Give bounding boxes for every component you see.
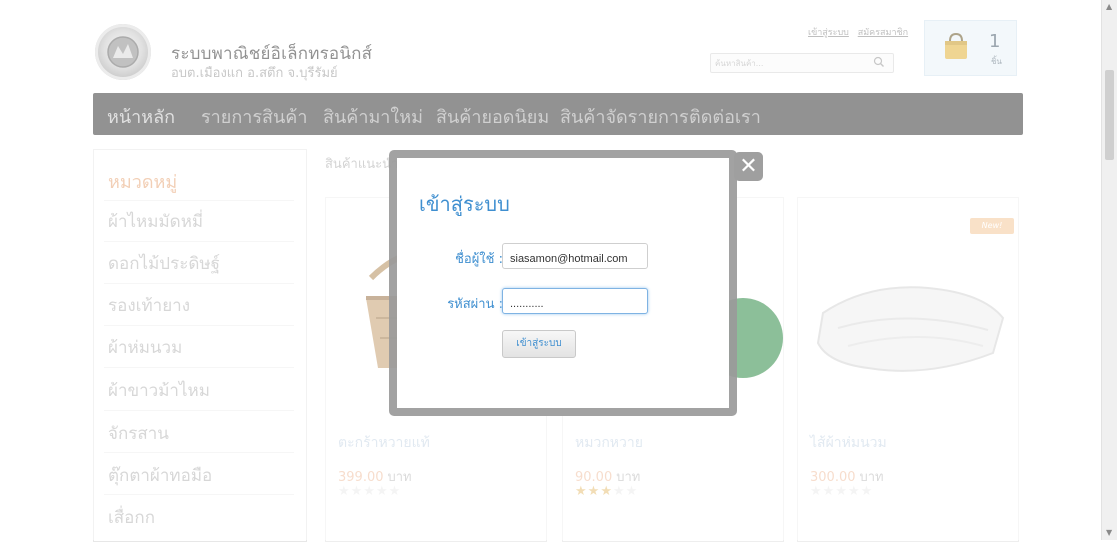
scroll-up-icon[interactable]: ▲ — [1106, 2, 1112, 11]
browser-page: ระบบพาณิชย์อิเล็กทรอนิกส์ อบต.เมืองแก อ.… — [0, 0, 1117, 542]
password-field[interactable] — [502, 288, 648, 314]
username-label: ชื่อผู้ใช้ : — [455, 252, 503, 267]
close-icon[interactable]: ✕ — [734, 152, 763, 181]
scroll-down-icon[interactable]: ▼ — [1106, 528, 1112, 537]
login-modal: เข้าสู่ระบบ ชื่อผู้ใช้ : รหัสผ่าน : เข้า… — [397, 158, 729, 408]
login-submit-button[interactable]: เข้าสู่ระบบ — [502, 330, 576, 358]
password-label: รหัสผ่าน : — [447, 297, 503, 312]
modal-title: เข้าสู่ระบบ — [419, 192, 510, 216]
username-field[interactable] — [502, 243, 648, 269]
page-scrollbar[interactable]: ▲ ▼ — [1101, 0, 1117, 540]
scrollbar-thumb[interactable] — [1105, 70, 1114, 160]
